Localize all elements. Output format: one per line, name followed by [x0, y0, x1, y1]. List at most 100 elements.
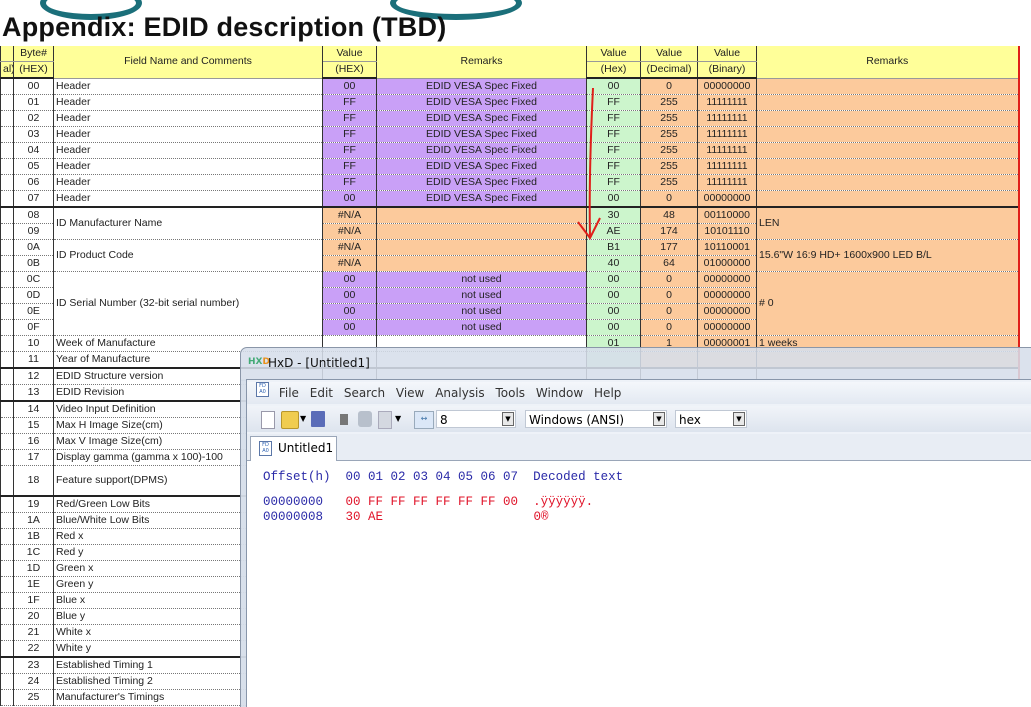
row-marker-cell[interactable]: [0, 433, 14, 450]
byte-cell[interactable]: 0F: [13, 319, 54, 336]
row-marker-cell[interactable]: [0, 110, 14, 127]
decimal-cell[interactable]: 0: [640, 271, 698, 288]
hex-cell[interactable]: FF: [586, 126, 641, 143]
row-marker-cell[interactable]: [0, 689, 14, 706]
remark-cell[interactable]: not used: [376, 287, 587, 304]
chevron-down-icon[interactable]: ▼: [733, 412, 745, 426]
remarks2-cell[interactable]: [756, 174, 1020, 191]
hxd-window[interactable]: HXD HxD - [Untitled1] FD A0 File Edit Sea…: [240, 347, 1031, 707]
decimal-cell[interactable]: 64: [640, 255, 698, 272]
open-dropdown-icon[interactable]: ▼: [300, 414, 306, 430]
hex-cell[interactable]: B1: [586, 239, 641, 256]
hex-cell[interactable]: FF: [586, 110, 641, 127]
remark-cell[interactable]: EDID VESA Spec Fixed: [376, 110, 587, 127]
chevron-down-icon[interactable]: ▼: [502, 412, 514, 426]
row-marker-cell[interactable]: [0, 94, 14, 111]
field-name-cell[interactable]: Header: [53, 190, 323, 208]
remark-cell[interactable]: not used: [376, 303, 587, 320]
bytes-per-row-select[interactable]: 8 ▼: [436, 410, 516, 428]
field-name-cell[interactable]: Header: [53, 174, 323, 191]
byte-cell[interactable]: 02: [13, 110, 54, 127]
hex-cell[interactable]: 00: [586, 303, 641, 320]
value-hex-cell[interactable]: FF: [322, 94, 377, 111]
charset-select[interactable]: Windows (ANSI) ▼: [525, 410, 667, 428]
decimal-cell[interactable]: 0: [640, 78, 698, 95]
byte-cell[interactable]: 18: [13, 465, 54, 497]
field-name-cell[interactable]: Header: [53, 126, 323, 143]
properties-icon[interactable]: [358, 411, 372, 427]
line-bytes[interactable]: 30 AE: [346, 510, 519, 524]
hex-cell[interactable]: FF: [586, 94, 641, 111]
binary-cell[interactable]: 00000000: [697, 190, 757, 208]
byte-cell[interactable]: 1F: [13, 592, 54, 609]
row-marker-cell[interactable]: [0, 287, 14, 304]
line-text[interactable]: .ÿÿÿÿÿÿ.: [533, 495, 593, 509]
hex-editor-view[interactable]: Offset(h) 00 01 02 03 04 05 06 07 Decode…: [247, 461, 1031, 707]
value-hex-cell[interactable]: FF: [322, 142, 377, 159]
field-name-cell[interactable]: Header: [53, 94, 323, 111]
byte-cell[interactable]: 01: [13, 94, 54, 111]
decimal-cell[interactable]: 255: [640, 174, 698, 191]
value-hex-cell[interactable]: 00: [322, 78, 377, 95]
row-marker-cell[interactable]: [0, 576, 14, 593]
binary-cell[interactable]: 00110000: [697, 206, 757, 224]
hxd-title-bar[interactable]: HXD HxD - [Untitled1]: [240, 347, 1031, 381]
hex-cell[interactable]: 30: [586, 206, 641, 224]
byte-cell[interactable]: 04: [13, 142, 54, 159]
value-hex-cell[interactable]: FF: [322, 158, 377, 175]
row-marker-cell[interactable]: [0, 417, 14, 434]
byte-cell[interactable]: 00: [13, 78, 54, 95]
window-dropdown-icon[interactable]: ▼: [395, 414, 401, 430]
decimal-cell[interactable]: 255: [640, 110, 698, 127]
remark-cell[interactable]: [376, 206, 587, 224]
row-marker-cell[interactable]: [0, 174, 14, 191]
row-marker-cell[interactable]: [0, 449, 14, 466]
row-marker-cell[interactable]: [0, 465, 14, 497]
remarks2-cell[interactable]: LEN: [756, 206, 1020, 240]
hex-line[interactable]: 00000008 30 AE 0®: [263, 510, 549, 524]
value-hex-cell[interactable]: FF: [322, 110, 377, 127]
row-marker-cell[interactable]: [0, 142, 14, 159]
byte-cell[interactable]: 11: [13, 351, 54, 369]
row-marker-cell[interactable]: [0, 400, 14, 418]
decimal-cell[interactable]: 0: [640, 319, 698, 336]
byte-cell[interactable]: 0B: [13, 255, 54, 272]
hex-cell[interactable]: FF: [586, 174, 641, 191]
decimal-cell[interactable]: 255: [640, 126, 698, 143]
remarks2-cell[interactable]: [756, 126, 1020, 143]
remark-cell[interactable]: not used: [376, 319, 587, 336]
remark-cell[interactable]: EDID VESA Spec Fixed: [376, 158, 587, 175]
decimal-cell[interactable]: 255: [640, 94, 698, 111]
row-marker-cell[interactable]: [0, 255, 14, 272]
menu-analysis[interactable]: Analysis: [435, 386, 484, 400]
value-hex-cell[interactable]: #N/A: [322, 206, 377, 224]
line-text[interactable]: 0®: [534, 510, 549, 524]
remarks2-cell[interactable]: [756, 94, 1020, 111]
binary-cell[interactable]: 11111111: [697, 94, 757, 111]
byte-cell[interactable]: 0D: [13, 287, 54, 304]
row-marker-cell[interactable]: [0, 384, 14, 402]
hex-line[interactable]: 00000000 00 FF FF FF FF FF FF 00 .ÿÿÿÿÿÿ…: [263, 495, 593, 509]
remarks2-cell[interactable]: 15.6"W 16:9 HD+ 1600x900 LED B/L: [756, 239, 1020, 272]
row-marker-cell[interactable]: [0, 560, 14, 577]
field-name-cell[interactable]: ID Serial Number (32-bit serial number): [53, 271, 323, 336]
chevron-down-icon[interactable]: ▼: [653, 412, 665, 426]
row-marker-cell[interactable]: [0, 335, 14, 352]
offset-base-select[interactable]: hex ▼: [675, 410, 747, 428]
byte-cell[interactable]: 20: [13, 608, 54, 625]
hex-cell[interactable]: 00: [586, 319, 641, 336]
decimal-cell[interactable]: 0: [640, 287, 698, 304]
byte-cell[interactable]: 07: [13, 190, 54, 208]
value-hex-cell[interactable]: #N/A: [322, 223, 377, 240]
binary-cell[interactable]: 11111111: [697, 158, 757, 175]
row-marker-cell[interactable]: [0, 592, 14, 609]
menu-window[interactable]: Window: [536, 386, 583, 400]
value-hex-cell[interactable]: #N/A: [322, 239, 377, 256]
value-hex-cell[interactable]: 00: [322, 190, 377, 208]
row-marker-cell[interactable]: [0, 367, 14, 385]
byte-cell[interactable]: 05: [13, 158, 54, 175]
byte-cell[interactable]: 21: [13, 624, 54, 641]
row-marker-cell[interactable]: [0, 126, 14, 143]
menu-search[interactable]: Search: [344, 386, 385, 400]
menu-view[interactable]: View: [396, 386, 424, 400]
